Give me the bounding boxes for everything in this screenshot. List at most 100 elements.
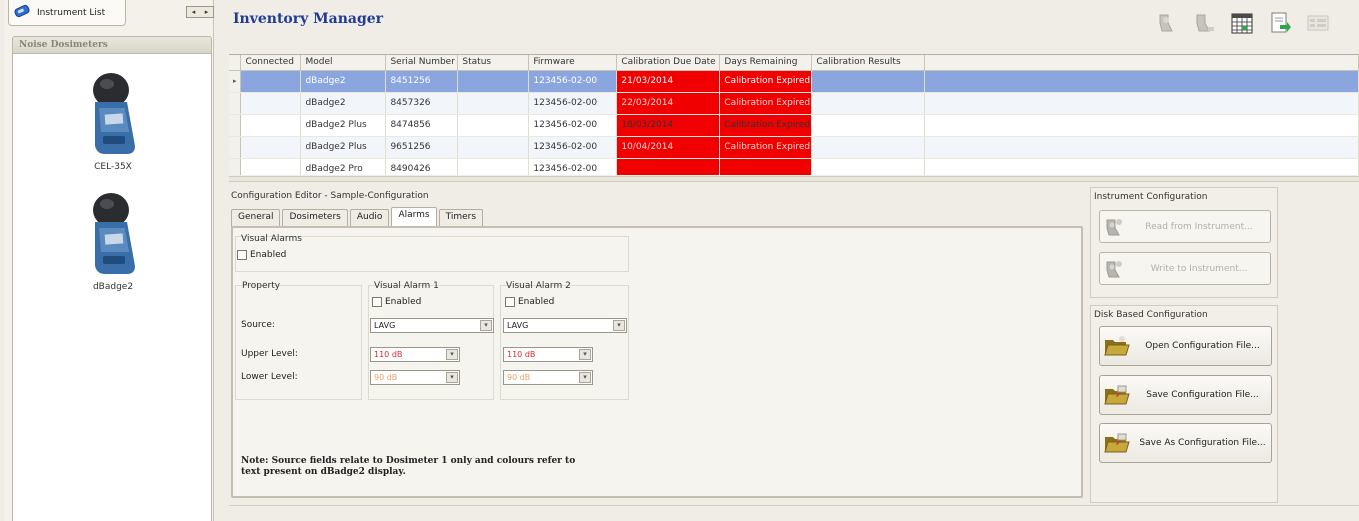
device-item-dbadge2[interactable]: dBadge2: [13, 188, 213, 292]
cell-calibration-due: 21/03/2014: [616, 70, 721, 93]
cell-filler: [924, 70, 1359, 93]
combo-value: LAVG: [507, 321, 529, 330]
cell-model: dBadge2 Plus: [300, 114, 387, 137]
visual-alarm-2-legend: Visual Alarm 2: [506, 281, 571, 291]
property-legend: Property: [242, 281, 281, 291]
button-label: Read from Instrument...: [1145, 221, 1253, 232]
table-row[interactable]: dBadge2 8457326 123456-02-00 22/03/2014 …: [229, 92, 1359, 115]
tab-alarms[interactable]: Alarms: [391, 207, 437, 227]
save-configuration-file-button[interactable]: Save Configuration File...: [1099, 375, 1272, 415]
table-row[interactable]: dBadge2 Pro 8490426 123456-02-00: [229, 158, 1359, 175]
alarm-1-upper-level-select[interactable]: 110 dB ▾: [370, 347, 460, 362]
row-selector[interactable]: [229, 136, 242, 159]
cell-serial: 8474856: [385, 114, 459, 137]
cell-days-remaining: Calibration Expired: [719, 136, 813, 159]
save-as-configuration-file-button[interactable]: Save As Configuration File...: [1099, 423, 1272, 463]
table-row[interactable]: dBadge2 Plus 8474856 123456-02-00 18/03/…: [229, 114, 1359, 137]
cell-model: dBadge2: [300, 92, 387, 115]
tab-audio[interactable]: Audio: [349, 209, 390, 227]
splitter[interactable]: [229, 176, 1359, 182]
folder-open-icon: [1100, 335, 1134, 357]
combo-value: 90 dB: [374, 373, 398, 382]
cell-filler: [924, 158, 1359, 175]
alarm-2-upper-level-select[interactable]: 110 dB ▾: [503, 347, 593, 362]
visual-alarm-1-enabled-checkbox[interactable]: Enabled: [372, 297, 421, 307]
cell-filler: [924, 114, 1359, 137]
tab-instrument-list[interactable]: Instrument List: [8, 0, 126, 26]
button-label: Save As Configuration File...: [1139, 438, 1266, 448]
cell-days-remaining: Calibration Expired: [719, 114, 813, 137]
row-selector[interactable]: [229, 158, 242, 175]
column-header-firmware[interactable]: Firmware: [528, 55, 618, 71]
read-from-instrument-button[interactable]: Read from Instrument...: [1099, 210, 1271, 243]
column-header-connected[interactable]: Connected: [240, 55, 302, 71]
alarm-1-lower-level-select[interactable]: 90 dB ▾: [370, 370, 460, 385]
folder-save-as-icon: [1100, 432, 1134, 454]
row-selector-icon[interactable]: ▸: [229, 70, 242, 93]
chevron-down-icon[interactable]: ▾: [579, 349, 591, 360]
cell-filler: [924, 136, 1359, 159]
visual-alarm-2-enabled-checkbox[interactable]: Enabled: [505, 297, 554, 307]
group-header-noise-dosimeters[interactable]: Noise Dosimeters: [12, 36, 212, 54]
row-selector[interactable]: [229, 92, 242, 115]
device-item-cel-35x[interactable]: CEL-35X: [13, 68, 213, 172]
column-header-calibration-results[interactable]: Calibration Results: [811, 55, 926, 71]
upper-level-label: Upper Level:: [241, 349, 298, 359]
cell-connected: [240, 92, 302, 115]
alarm-1-source-select[interactable]: LAVG ▾: [370, 318, 494, 333]
checkbox[interactable]: [237, 250, 247, 260]
checkbox[interactable]: [372, 297, 382, 307]
chevron-down-icon[interactable]: ▾: [446, 372, 458, 383]
chevron-down-icon[interactable]: ▾: [613, 320, 625, 331]
visual-alarms-enabled-checkbox[interactable]: Enabled: [237, 250, 286, 260]
export-icon[interactable]: [1266, 9, 1294, 37]
instrument-disconnect-icon[interactable]: [1190, 9, 1218, 37]
cell-firmware: 123456-02-00: [528, 158, 618, 175]
panel-title: Instrument Configuration: [1094, 192, 1208, 202]
table-row[interactable]: dBadge2 Plus 9651256 123456-02-00 10/04/…: [229, 136, 1359, 159]
cell-calibration-results: [811, 70, 926, 93]
cell-status: [457, 136, 530, 159]
column-header-calibration-due-date[interactable]: Calibration Due Date: [616, 55, 721, 71]
chevron-down-icon[interactable]: ▾: [446, 349, 458, 360]
column-header-days-remaining[interactable]: Days Remaining: [719, 55, 813, 71]
checkbox-label: Enabled: [385, 297, 422, 307]
toolbar: [1152, 4, 1359, 42]
alarms-note: Note: Source fields relate to Dosimeter …: [241, 456, 591, 478]
instrument-read-icon: [1100, 217, 1128, 237]
chevron-down-icon[interactable]: ▾: [579, 372, 591, 383]
tab-dosimeters[interactable]: Dosimeters: [282, 209, 348, 227]
cell-calibration-due: 10/04/2014: [616, 136, 721, 159]
cell-calibration-results: [811, 114, 926, 137]
write-to-instrument-button[interactable]: Write to Instrument...: [1099, 252, 1271, 285]
column-header-filler: [924, 55, 1359, 71]
column-header-model[interactable]: Model: [300, 55, 387, 71]
row-selector[interactable]: [229, 114, 242, 137]
tab-scroll-buttons: ◂ ▸: [186, 6, 214, 18]
instrument-grid: Connected Model Serial Number Status Fir…: [229, 54, 1359, 175]
instrument-connect-icon[interactable]: [1152, 9, 1180, 37]
alarm-2-lower-level-select[interactable]: 90 dB ▾: [503, 370, 593, 385]
button-label: Open Configuration File...: [1145, 341, 1260, 351]
inventory-table: Connected Model Serial Number Status Fir…: [229, 55, 1359, 175]
grid-icon[interactable]: [1304, 9, 1332, 37]
cell-status: [457, 114, 530, 137]
cell-connected: [240, 158, 302, 175]
open-configuration-file-button[interactable]: Open Configuration File...: [1099, 326, 1272, 366]
tab-general[interactable]: General: [231, 209, 281, 227]
alarm-2-source-select[interactable]: LAVG ▾: [503, 318, 627, 333]
cell-model: dBadge2: [300, 70, 387, 93]
table-row[interactable]: ▸ dBadge2 8451256 123456-02-00 21/03/201…: [229, 70, 1359, 93]
column-header-status[interactable]: Status: [457, 55, 530, 71]
scroll-right-button[interactable]: ▸: [205, 8, 209, 16]
checkbox[interactable]: [505, 297, 515, 307]
scroll-left-button[interactable]: ◂: [192, 8, 196, 16]
chevron-down-icon[interactable]: ▾: [480, 320, 492, 331]
visual-alarms-legend: Visual Alarms: [241, 234, 302, 244]
calendar-icon[interactable]: [1228, 9, 1256, 37]
tab-timers[interactable]: Timers: [438, 209, 484, 227]
config-editor-title: Configuration Editor - Sample-Configurat…: [231, 191, 429, 201]
cell-calibration-due: 18/03/2014: [616, 114, 721, 137]
combo-value: 110 dB: [374, 350, 403, 359]
column-header-serial-number[interactable]: Serial Number: [385, 55, 459, 71]
